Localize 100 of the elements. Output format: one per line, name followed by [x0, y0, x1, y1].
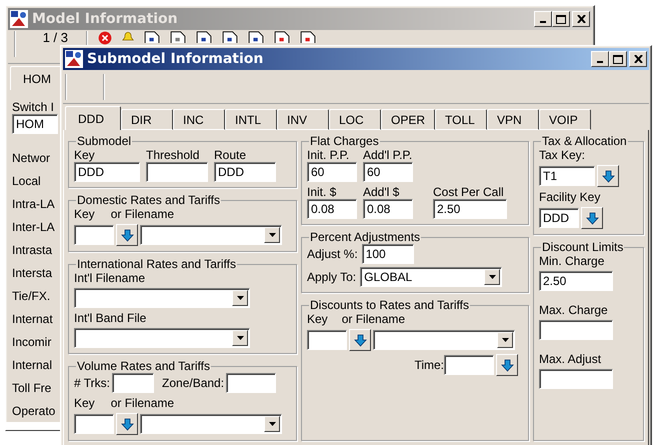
app-icon — [10, 10, 28, 28]
tab[interactable]: INV — [277, 109, 329, 130]
input-field[interactable] — [539, 369, 613, 389]
list-item[interactable]: Incomir — [12, 330, 52, 353]
maximize-icon — [556, 14, 566, 24]
dropdown[interactable] — [74, 288, 250, 308]
close-button[interactable] — [572, 11, 590, 27]
tab[interactable]: TOLL — [435, 109, 488, 130]
tab[interactable]: DIR — [121, 109, 173, 130]
minimize-button[interactable] — [591, 51, 609, 67]
record-counter: 1 / 3 — [42, 31, 69, 45]
close-icon — [576, 15, 586, 23]
field-label: Switch I — [12, 100, 56, 114]
field-label: Key — [74, 396, 95, 410]
lookup-button[interactable] — [597, 165, 619, 187]
input-field[interactable] — [226, 373, 276, 393]
dropdown[interactable] — [140, 414, 282, 434]
list-item[interactable]: Tie/FX. — [12, 284, 50, 307]
input-field[interactable]: DDD — [74, 162, 140, 182]
list-item[interactable]: Toll Fre — [12, 376, 52, 399]
document-icon — [144, 31, 160, 43]
app-icon — [65, 50, 83, 68]
tab[interactable]: VPN — [487, 109, 540, 130]
field-label: Cost Per Call — [433, 185, 505, 199]
input-field[interactable]: DDD — [539, 208, 579, 228]
field-label: Time: — [414, 358, 444, 372]
caret-icon — [236, 296, 244, 300]
input-field[interactable]: 2.50 — [539, 271, 613, 291]
field-label: Key — [74, 148, 96, 162]
window-title: Model Information — [32, 11, 179, 27]
maximize-button[interactable] — [552, 11, 570, 27]
field-label: Route — [214, 148, 248, 162]
list-item[interactable]: Inter-LA — [12, 215, 55, 238]
tab[interactable]: OPER — [381, 109, 436, 130]
input-field[interactable] — [539, 320, 613, 340]
lookup-button[interactable] — [116, 224, 138, 246]
input-field[interactable]: 0.08 — [363, 199, 413, 219]
input-field[interactable] — [307, 330, 347, 350]
field-label: Apply To: — [307, 270, 356, 284]
tab[interactable]: INC — [173, 109, 225, 130]
group-title: Discounts to Rates and Tariffs — [309, 298, 470, 312]
dropdown[interactable] — [373, 330, 515, 350]
group-title: Percent Adjustments — [309, 230, 422, 244]
document-icon — [170, 31, 186, 43]
lookup-button[interactable] — [496, 354, 518, 376]
tab[interactable]: VOIP — [539, 109, 592, 130]
field-label: Zone/Band: — [162, 376, 224, 390]
list-item[interactable]: Networ — [12, 146, 50, 169]
field-label: Add'l $ — [363, 185, 400, 199]
arrow-down-icon — [354, 334, 366, 346]
dropdown[interactable]: GLOBAL — [360, 267, 502, 287]
field-label: or Filename — [342, 312, 406, 326]
list-item[interactable]: Internal — [12, 353, 52, 376]
list-item[interactable]: Local — [12, 169, 41, 192]
field-label: Max. Charge — [539, 303, 609, 317]
minimize-button[interactable] — [534, 11, 552, 27]
field-label: Int'l Filename — [74, 271, 146, 285]
tab[interactable]: DDD — [65, 106, 121, 130]
field-label: Max. Adjust — [539, 352, 602, 366]
list-item[interactable]: Intrasta — [12, 238, 52, 261]
document-icon — [222, 31, 238, 43]
caret-icon — [268, 233, 276, 237]
group-title: International Rates and Tariffs — [76, 257, 237, 271]
lookup-button[interactable] — [581, 207, 603, 229]
field-label: Init. $ — [307, 185, 338, 199]
dropdown[interactable] — [74, 328, 250, 348]
lookup-button[interactable] — [349, 329, 371, 351]
input-field[interactable]: T1 — [539, 166, 595, 186]
input-field[interactable] — [74, 225, 114, 245]
lookup-button[interactable] — [116, 413, 138, 435]
input-field[interactable]: 100 — [362, 244, 414, 264]
list-item[interactable]: Intra-LA — [12, 192, 55, 215]
input-field[interactable]: 60 — [307, 162, 357, 182]
field-label: Int'l Band File — [74, 311, 148, 325]
arrow-down-icon — [602, 170, 614, 182]
input-field[interactable] — [112, 373, 154, 393]
tab[interactable]: INTL — [225, 109, 277, 130]
input-field[interactable] — [74, 414, 114, 434]
input-field[interactable]: 2.50 — [433, 199, 507, 219]
list-item[interactable]: Internat — [12, 307, 53, 330]
input-field[interactable]: DDD — [214, 162, 276, 182]
list-item[interactable]: Intersta — [12, 261, 52, 284]
input-field[interactable] — [146, 162, 208, 182]
input-field[interactable] — [444, 355, 494, 375]
maximize-button[interactable] — [609, 51, 627, 67]
list-item[interactable]: Operato — [12, 399, 56, 422]
group-title: Volume Rates and Tariffs — [76, 359, 211, 373]
field-label: or Filename — [110, 396, 174, 410]
close-button[interactable] — [629, 51, 647, 67]
dropdown[interactable] — [140, 225, 282, 245]
document-icon — [274, 31, 290, 43]
field-label: Add'l P.P. — [363, 148, 413, 162]
field-label: # Trks: — [74, 376, 110, 390]
tab[interactable]: LOC — [329, 109, 381, 130]
caret-icon — [268, 422, 276, 426]
arrow-down-icon — [120, 418, 134, 430]
input-field[interactable]: 0.08 — [307, 199, 357, 219]
field-label: Init. P.P. — [307, 148, 350, 162]
input-field[interactable]: 60 — [363, 162, 413, 182]
input-field[interactable]: HOM — [12, 114, 58, 134]
